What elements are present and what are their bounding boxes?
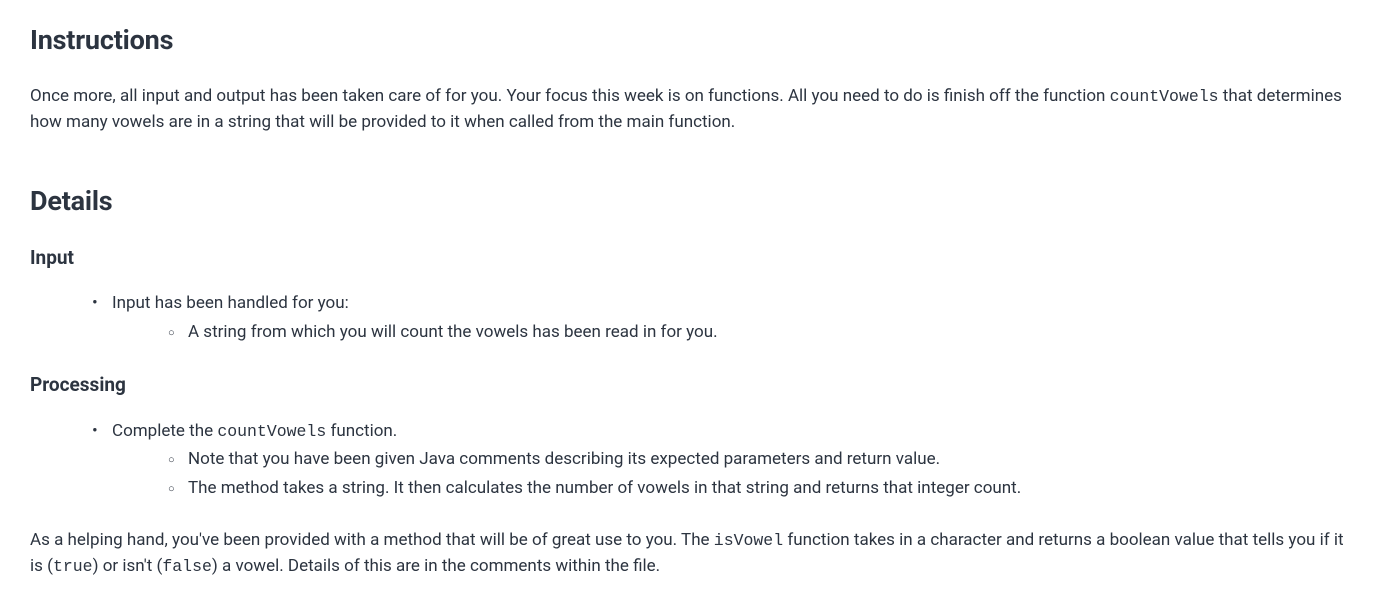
input-heading: Input	[30, 244, 1348, 273]
input-item-text: Input has been handled for you:	[112, 293, 349, 313]
instructions-text-pre: Once more, all input and output has been…	[30, 86, 1110, 106]
helper-code-true: true	[53, 557, 93, 576]
input-list: Input has been handled for you: A string…	[30, 290, 1348, 345]
helper-text-post: ) a vowel. Details of this are in the co…	[212, 556, 660, 576]
processing-item-post: function.	[326, 421, 397, 441]
helper-text-pre: As a helping hand, you've been provided …	[30, 530, 714, 550]
processing-sub2-text: The method takes a string. It then calcu…	[188, 478, 1021, 498]
instructions-code: countVowels	[1110, 87, 1219, 106]
processing-item-pre: Complete the	[112, 421, 217, 441]
processing-list: Complete the countVowels function. Note …	[30, 418, 1348, 501]
instructions-paragraph: Once more, all input and output has been…	[30, 83, 1348, 136]
input-subitem-text: A string from which you will count the v…	[188, 322, 718, 342]
processing-item-code: countVowels	[217, 422, 326, 441]
processing-sub1-text: Note that you have been given Java comme…	[188, 449, 940, 469]
instructions-heading: Instructions	[30, 20, 1348, 61]
helper-code-isvowel: isVowel	[714, 531, 783, 550]
helper-text-mid2: ) or isn't (	[93, 556, 163, 576]
processing-heading: Processing	[30, 371, 1348, 400]
list-item: Complete the countVowels function. Note …	[92, 418, 1348, 501]
list-item: Input has been handled for you: A string…	[92, 290, 1348, 345]
list-item: A string from which you will count the v…	[168, 319, 1348, 345]
input-sublist: A string from which you will count the v…	[112, 319, 1348, 345]
list-item: The method takes a string. It then calcu…	[168, 475, 1348, 501]
list-item: Note that you have been given Java comme…	[168, 446, 1348, 472]
helper-paragraph: As a helping hand, you've been provided …	[30, 527, 1348, 580]
processing-sublist: Note that you have been given Java comme…	[112, 446, 1348, 501]
details-heading: Details	[30, 181, 1348, 222]
helper-code-false: false	[162, 557, 212, 576]
